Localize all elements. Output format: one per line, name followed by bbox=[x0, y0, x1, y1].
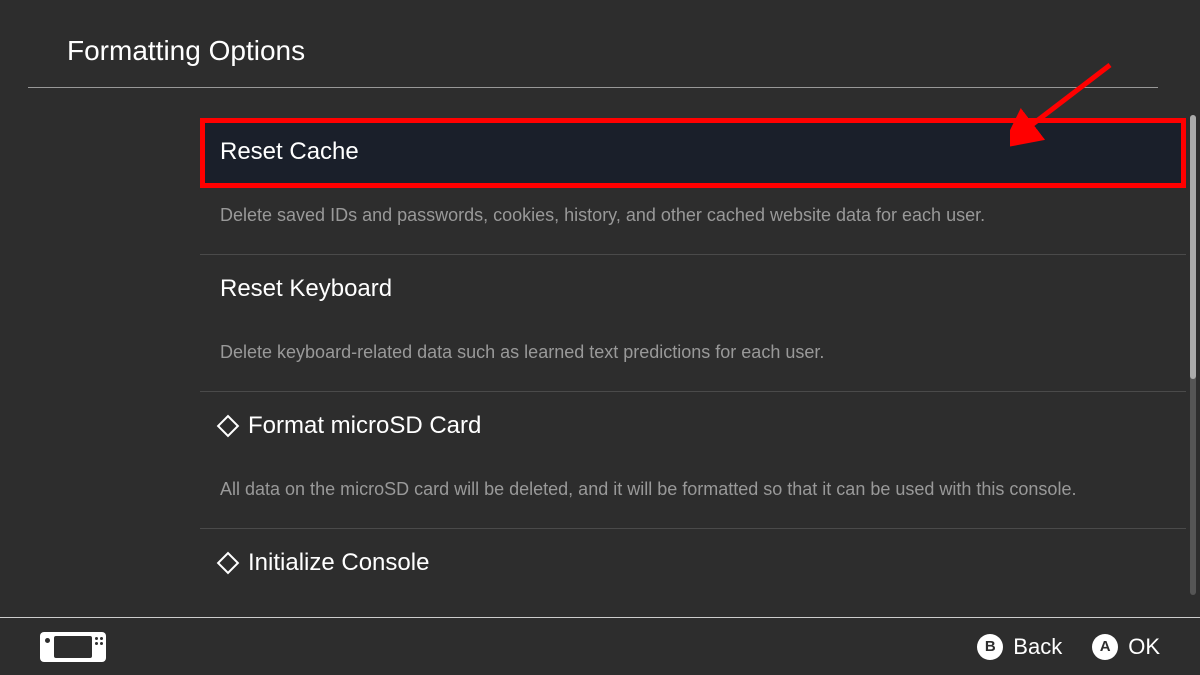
ok-button[interactable]: A OK bbox=[1092, 634, 1160, 660]
ok-label: OK bbox=[1128, 634, 1160, 660]
diamond-icon bbox=[217, 551, 240, 574]
option-reset-keyboard[interactable]: Reset Keyboard bbox=[200, 255, 1186, 325]
footer-bar: B Back A OK bbox=[0, 617, 1200, 675]
a-button-icon: A bbox=[1092, 634, 1118, 660]
option-format-microsd[interactable]: Format microSD Card bbox=[200, 392, 1186, 462]
scrollbar[interactable] bbox=[1190, 115, 1196, 595]
diamond-icon bbox=[217, 414, 240, 437]
footer-buttons: B Back A OK bbox=[977, 634, 1160, 660]
option-initialize-console[interactable]: Initialize Console bbox=[200, 529, 1186, 599]
back-button[interactable]: B Back bbox=[977, 634, 1062, 660]
option-format-sd-group: Format microSD Card All data on the micr… bbox=[200, 392, 1186, 529]
option-initialize-console-group: Initialize Console bbox=[200, 529, 1186, 599]
option-reset-cache-group: Reset Cache Delete saved IDs and passwor… bbox=[200, 118, 1186, 255]
option-reset-cache-desc: Delete saved IDs and passwords, cookies,… bbox=[200, 188, 1186, 254]
console-icon[interactable] bbox=[40, 632, 106, 662]
option-reset-keyboard-group: Reset Keyboard Delete keyboard-related d… bbox=[200, 255, 1186, 392]
option-label: Initialize Console bbox=[248, 549, 429, 577]
b-button-icon: B bbox=[977, 634, 1003, 660]
option-label: Reset Cache bbox=[220, 138, 359, 166]
option-label: Format microSD Card bbox=[248, 412, 481, 440]
option-reset-cache[interactable]: Reset Cache bbox=[200, 118, 1186, 188]
back-label: Back bbox=[1013, 634, 1062, 660]
scrollbar-thumb[interactable] bbox=[1190, 115, 1196, 379]
option-reset-keyboard-desc: Delete keyboard-related data such as lea… bbox=[200, 325, 1186, 391]
page-title: Formatting Options bbox=[67, 35, 1186, 67]
option-format-sd-desc: All data on the microSD card will be del… bbox=[200, 462, 1186, 528]
page-header: Formatting Options bbox=[0, 0, 1186, 87]
options-list: Reset Cache Delete saved IDs and passwor… bbox=[200, 88, 1186, 599]
option-label: Reset Keyboard bbox=[220, 275, 392, 303]
